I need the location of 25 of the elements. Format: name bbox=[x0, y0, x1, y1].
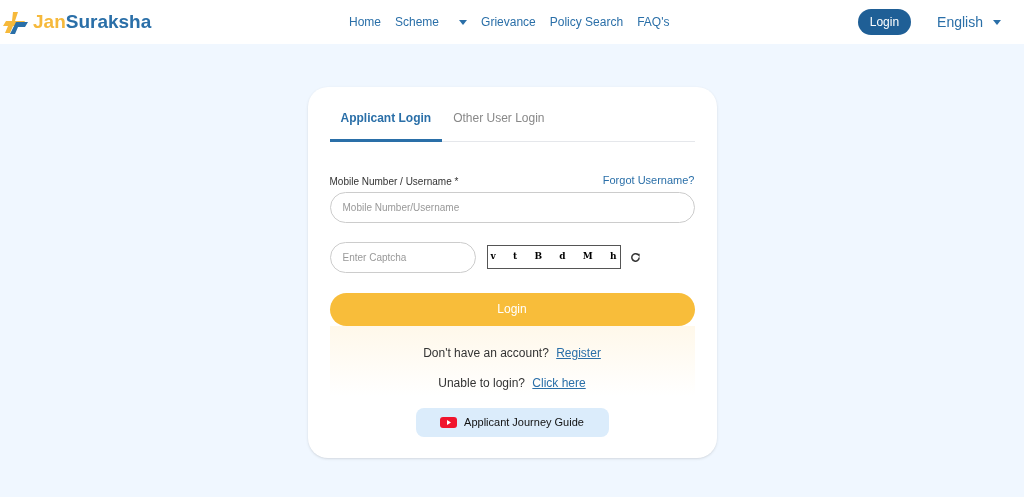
refresh-icon[interactable] bbox=[629, 251, 641, 263]
nav-link[interactable]: Grievance bbox=[481, 13, 536, 31]
forgot-username-link[interactable]: Forgot Username? bbox=[602, 172, 695, 189]
click-here-link[interactable]: Click here bbox=[532, 375, 586, 390]
caret-icon[interactable] bbox=[459, 19, 468, 25]
register-link[interactable]: Register bbox=[556, 345, 601, 360]
register-prompt: Don't have an account? bbox=[423, 345, 549, 360]
caret-icon bbox=[993, 19, 1001, 25]
tab[interactable]: Other User Login bbox=[442, 109, 556, 142]
tab[interactable]: Applicant Login bbox=[329, 109, 443, 142]
play-icon bbox=[440, 416, 458, 428]
nav-link[interactable]: Policy Search bbox=[549, 13, 624, 31]
field-label: Mobile Number / Username * bbox=[329, 174, 459, 189]
journey-guide-button[interactable]: Applicant Journey Guide bbox=[415, 407, 609, 437]
login-button[interactable]: Login bbox=[857, 9, 912, 35]
help-prompt: Unable to login? bbox=[438, 375, 525, 390]
logo-icon bbox=[3, 10, 29, 34]
username-field[interactable]: Mobile Number/Username bbox=[329, 191, 695, 223]
language-dropdown[interactable]: English bbox=[937, 11, 1001, 33]
nav-link[interactable]: FAQ's bbox=[637, 13, 670, 31]
nav-link[interactable]: Scheme bbox=[395, 13, 440, 31]
nav-link[interactable]: Home bbox=[349, 13, 381, 31]
logo-text: JanSuraksha bbox=[33, 9, 152, 34]
captcha-image: v t B d M h bbox=[486, 245, 621, 269]
captcha-field[interactable]: Enter Captcha bbox=[329, 241, 476, 273]
